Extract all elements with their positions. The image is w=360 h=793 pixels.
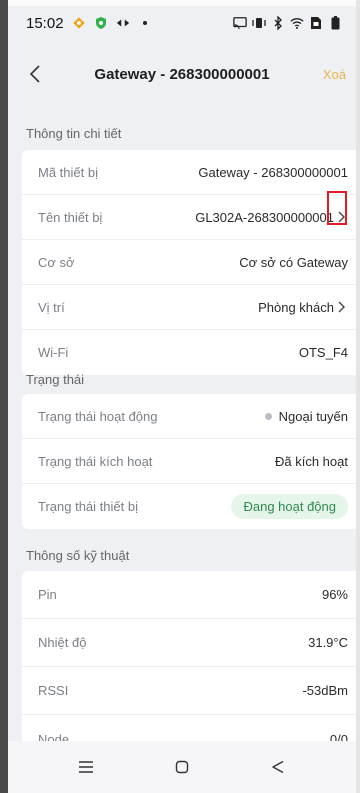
row-label: Trạng thái kích hoạt: [38, 453, 153, 469]
home-button[interactable]: [162, 747, 202, 787]
back-button[interactable]: [18, 57, 52, 91]
row-value: Cơ sở có Gateway: [239, 254, 348, 270]
spec-row-rssi: RSSI -53dBm: [22, 667, 356, 715]
row-label: Pin: [38, 587, 57, 602]
top-strip: [8, 0, 356, 6]
chevron-left-icon: [29, 65, 40, 83]
row-label: Cơ sở: [38, 254, 75, 270]
device-name-value: GL302A-268300000001: [195, 209, 334, 225]
page-title: Gateway - 268300000001: [94, 65, 270, 83]
chevron-right-icon[interactable]: [338, 301, 348, 313]
status-row-activation: Trạng thái kích hoạt Đã kích hoạt: [22, 439, 356, 484]
menu-button[interactable]: [66, 747, 106, 787]
back-triangle-icon: [272, 760, 284, 774]
detail-row-location[interactable]: Vị trí Phòng khách: [22, 285, 356, 330]
bluetooth-icon: [271, 16, 285, 30]
clock: 15:02: [26, 14, 64, 32]
row-value: OTS_F4: [298, 345, 348, 360]
vibrate-icon: [252, 16, 266, 30]
detail-row-device-name[interactable]: Tên thiết bị GL302A-268300000001: [22, 195, 356, 240]
location-value: Phòng khách: [258, 299, 334, 315]
wifi-icon: [290, 16, 304, 30]
menu-lines-icon: [79, 761, 93, 773]
sim-icon: [309, 16, 323, 30]
orange-diamond-icon: [72, 16, 86, 30]
battery-icon: [328, 16, 342, 30]
row-label: Wi-Fi: [38, 345, 69, 360]
detail-row-facility: Cơ sở Cơ sở có Gateway: [22, 240, 356, 285]
detail-row-wifi: Wi-Fi OTS_F4: [22, 330, 356, 375]
section-title-specs: Thông số kỹ thuật: [26, 548, 130, 563]
spec-row-battery: Pin 96%: [22, 571, 356, 619]
cast-icon: [233, 16, 247, 30]
status-card: Trạng thái hoạt động Ngoại tuyến Trạng t…: [22, 394, 356, 529]
row-label: Trạng thái thiết bị: [38, 499, 138, 514]
status-row-operating: Trạng thái hoạt động Ngoại tuyến: [22, 394, 356, 439]
back-nav-button[interactable]: [258, 747, 298, 787]
details-card: Mã thiết bị Gateway - 268300000001 Tên t…: [22, 150, 356, 375]
status-bar: 15:02: [8, 8, 356, 38]
row-value-wrap: GL302A-268300000001: [195, 210, 348, 225]
system-nav-bar: [8, 741, 356, 793]
row-value: 31.9°C: [308, 635, 348, 650]
offline-dot-icon: [264, 412, 272, 420]
dot-icon: [138, 16, 152, 30]
row-value-wrap: Đang hoạt động: [231, 494, 348, 519]
home-square-icon: [175, 760, 189, 774]
screen: 15:02 Gateway - 268300000001 Xoá Thông t…: [8, 0, 356, 793]
row-label: RSSI: [38, 683, 69, 698]
row-label: Vị trí: [38, 299, 65, 315]
row-label: Mã thiết bị: [38, 164, 98, 180]
app-header: Gateway - 268300000001 Xoá: [8, 46, 356, 102]
status-row-device: Trạng thái thiết bị Đang hoạt động: [22, 484, 356, 529]
frame-right-edge: [356, 0, 360, 793]
specs-card: Pin 96% Nhiệt độ 31.9°C RSSI -53dBm Node…: [22, 571, 356, 763]
device-frame: 15:02 Gateway - 268300000001 Xoá Thông t…: [0, 0, 360, 793]
activation-status-value: Đã kích hoạt: [275, 453, 348, 469]
cast-arrows-icon: [116, 16, 130, 30]
operating-status-value: Ngoại tuyến: [278, 408, 348, 424]
row-label: Nhiệt độ: [38, 635, 87, 650]
row-label: Tên thiết bị: [38, 209, 103, 225]
section-title-status: Trạng thái: [26, 372, 85, 387]
shield-icon: [94, 16, 108, 30]
spec-row-temperature: Nhiệt độ 31.9°C: [22, 619, 356, 667]
row-value-wrap: Ngoại tuyến: [264, 408, 348, 424]
row-value: -53dBm: [302, 683, 348, 698]
detail-row-device-code: Mã thiết bị Gateway - 268300000001: [22, 150, 356, 195]
status-badge: Đang hoạt động: [231, 494, 348, 519]
highlight-box: [327, 191, 347, 225]
row-value: Gateway - 268300000001: [198, 164, 348, 180]
frame-left-edge: [0, 0, 8, 793]
row-value: 96%: [321, 587, 348, 602]
row-label: Trạng thái hoạt động: [38, 408, 158, 424]
row-value-wrap: Phòng khách: [258, 300, 348, 315]
section-title-details: Thông tin chi tiết: [26, 126, 122, 141]
delete-button[interactable]: Xoá: [317, 61, 346, 88]
